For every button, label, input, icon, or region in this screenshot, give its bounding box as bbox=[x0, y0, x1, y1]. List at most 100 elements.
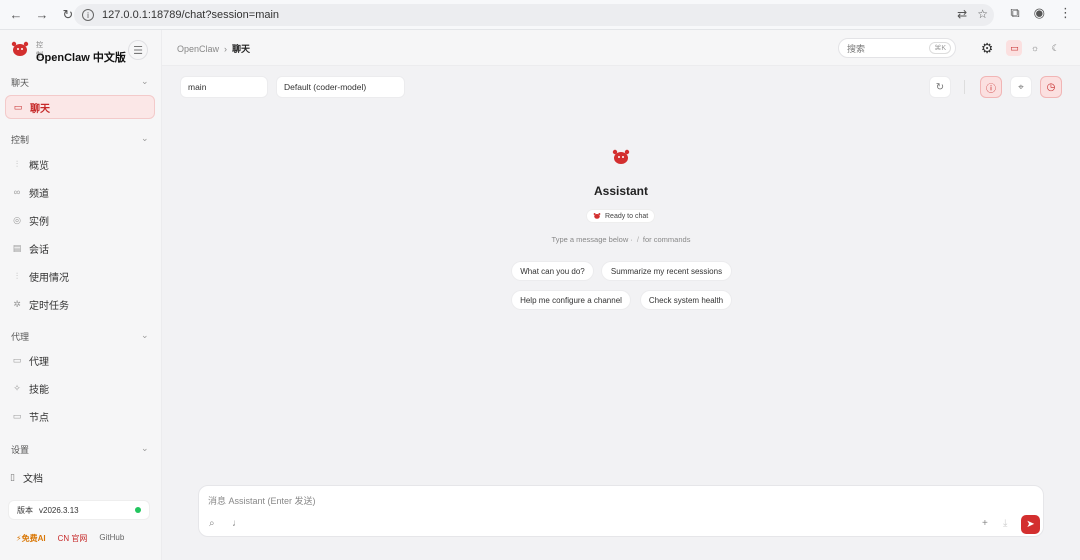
session-value: main bbox=[188, 82, 207, 92]
sidebar-item-label: 使用情况 bbox=[29, 272, 69, 284]
sparkle-icon: ✧ bbox=[13, 382, 21, 393]
extensions-icon[interactable]: ⧉ bbox=[1010, 5, 1019, 21]
session-select[interactable]: main bbox=[180, 76, 268, 98]
sidebar-item-sessions[interactable]: ▤ 会话 bbox=[5, 236, 155, 260]
address-bar[interactable]: i 127.0.0.1:18789/chat?session=main ⇄ ☆ bbox=[74, 4, 994, 26]
bookmark-star-icon[interactable]: ☆ bbox=[977, 7, 988, 21]
assistant-title: Assistant bbox=[593, 184, 649, 198]
sidebar-item-skills[interactable]: ✧ 技能 bbox=[5, 376, 155, 400]
slash-key: / bbox=[636, 235, 639, 244]
sidebar-item-label: 节点 bbox=[29, 412, 49, 424]
docs-link[interactable]: ▯ 文档 bbox=[10, 470, 43, 485]
section-label-chat[interactable]: 聊天 bbox=[11, 76, 29, 89]
send-button[interactable]: ➤ bbox=[1021, 515, 1040, 534]
command-hint: Type a message below · / for commands bbox=[521, 235, 721, 244]
brand-name: OpenClaw 中文版 bbox=[36, 52, 126, 64]
suggestion-chip[interactable]: What can you do? bbox=[511, 261, 594, 281]
sidebar-item-label: 会话 bbox=[29, 244, 49, 256]
document-icon: ▤ bbox=[12, 242, 22, 253]
translate-icon[interactable]: ⇄ bbox=[957, 7, 967, 21]
sidebar-item-usage[interactable]: ⫶ 使用情况 bbox=[5, 264, 155, 288]
version-label: 版本 bbox=[17, 505, 33, 515]
breadcrumb-current: 聊天 bbox=[232, 44, 251, 54]
lobster-logo-icon bbox=[593, 213, 601, 219]
suggestion-chip[interactable]: Check system health bbox=[640, 290, 732, 310]
status-badge: Ready to chat bbox=[586, 209, 656, 223]
back-icon[interactable]: ← bbox=[6, 5, 26, 25]
browser-menu-icon[interactable]: ⋮ bbox=[1059, 5, 1072, 21]
message-input[interactable]: 消息 Assistant (Enter 发送) bbox=[208, 494, 316, 507]
hint-text: for commands bbox=[642, 235, 691, 244]
github-link[interactable]: GitHub bbox=[99, 533, 124, 544]
link-icon: ∞ bbox=[13, 187, 21, 197]
sidebar-item-label: 定时任务 bbox=[29, 300, 69, 312]
section-label-settings[interactable]: 设置 bbox=[11, 443, 29, 456]
breadcrumb-root[interactable]: OpenClaw bbox=[177, 44, 219, 54]
version-badge: 版本 v2026.3.13 bbox=[8, 500, 150, 520]
theme-switcher: ▭ ☼ ☾ bbox=[1004, 38, 1066, 58]
refresh-icon[interactable]: ↻ bbox=[929, 76, 951, 98]
monitor-icon[interactable]: ▭ bbox=[1006, 40, 1023, 56]
gear-icon[interactable]: ⚙ bbox=[978, 38, 996, 58]
model-value: Default (coder-model) bbox=[284, 82, 367, 92]
hint-text: Type a message below · bbox=[551, 235, 633, 244]
url-text[interactable]: 127.0.0.1:18789/chat?session=main bbox=[102, 9, 279, 21]
focus-icon[interactable]: ⌖ bbox=[1010, 76, 1032, 98]
browser-toolbar: ← → ↻ i 127.0.0.1:18789/chat?session=mai… bbox=[0, 0, 1080, 30]
moon-icon[interactable]: ☾ bbox=[1048, 40, 1064, 56]
breadcrumb: OpenClaw › 聊天 bbox=[177, 42, 250, 55]
thinking-toggle-icon[interactable]: ⓘ bbox=[980, 76, 1002, 98]
sidebar-item-chat[interactable]: ▭ 聊天 bbox=[5, 95, 155, 119]
chevron-down-icon[interactable]: ⌄ bbox=[141, 76, 149, 87]
official-site-link[interactable]: CN 官网 bbox=[58, 533, 88, 544]
sidebar-item-overview[interactable]: ⫶ 概览 bbox=[5, 152, 155, 176]
search-input[interactable]: 搜索 ⌘K bbox=[838, 38, 956, 58]
menu-icon[interactable]: ☰ bbox=[128, 40, 148, 60]
sidebar-item-instances[interactable]: ◎ 实例 bbox=[5, 208, 155, 232]
monitor-icon: ▭ bbox=[12, 410, 22, 421]
site-info-icon[interactable]: i bbox=[82, 9, 94, 21]
search-placeholder: 搜索 bbox=[847, 43, 866, 54]
sidebar-item-label: 频道 bbox=[29, 188, 49, 200]
sidebar-item-agents[interactable]: ▭ 代理 bbox=[5, 348, 155, 372]
sidebar-item-label: 实例 bbox=[29, 216, 49, 228]
chevron-down-icon[interactable]: ⌄ bbox=[141, 133, 149, 144]
search-shortcut: ⌘K bbox=[929, 42, 951, 54]
chevron-down-icon[interactable]: ⌄ bbox=[141, 443, 149, 454]
download-icon[interactable]: ⤓ bbox=[1003, 518, 1007, 529]
topbar: OpenClaw › 聊天 搜索 ⌘K ⚙ ▭ ☼ ☾ bbox=[162, 30, 1080, 66]
lobster-logo-icon bbox=[612, 149, 630, 164]
toolbar-divider bbox=[964, 80, 965, 94]
radio-icon: ◎ bbox=[13, 214, 21, 225]
plus-icon[interactable]: + bbox=[982, 518, 988, 529]
sidebar-item-cron[interactable]: ✲ 定时任务 bbox=[5, 292, 155, 316]
footer-links: ⚡免费AI CN 官网 GitHub bbox=[16, 533, 124, 544]
section-label-control[interactable]: 控制 bbox=[11, 133, 29, 146]
sidebar-item-nodes[interactable]: ▭ 节点 bbox=[5, 404, 155, 428]
forward-icon[interactable]: → bbox=[32, 5, 52, 25]
breadcrumb-separator: › bbox=[224, 44, 228, 54]
bar-chart-icon: ⫶ bbox=[15, 158, 19, 169]
sidebar-item-channels[interactable]: ∞ 频道 bbox=[5, 180, 155, 204]
sidebar-item-label: 聊天 bbox=[30, 103, 50, 115]
attach-icon[interactable]: ⌕ bbox=[209, 518, 215, 529]
suggestion-chip[interactable]: Summarize my recent sessions bbox=[601, 261, 732, 281]
chat-icon: ▭ bbox=[13, 101, 23, 112]
book-icon: ▯ bbox=[10, 472, 15, 482]
lobster-logo-icon bbox=[11, 41, 29, 56]
section-label-agents[interactable]: 代理 bbox=[11, 330, 29, 343]
status-dot bbox=[135, 507, 141, 513]
sun-icon[interactable]: ☼ bbox=[1027, 40, 1043, 56]
chevron-down-icon[interactable]: ⌄ bbox=[141, 330, 149, 341]
clock-icon[interactable]: ◷ bbox=[1040, 76, 1062, 98]
message-composer[interactable]: 消息 Assistant (Enter 发送) ⌕ ♩ + ⤓ ➤ bbox=[198, 485, 1044, 537]
suggestion-chip[interactable]: Help me configure a channel bbox=[511, 290, 631, 310]
microphone-icon[interactable]: ♩ bbox=[232, 518, 242, 529]
profile-icon[interactable]: ◉ bbox=[1034, 5, 1045, 21]
sidebar: 控制 OpenClaw 中文版 ☰ 聊天 ⌄ ▭ 聊天 控制 ⌄ ⫶ 概览 ∞ … bbox=[0, 30, 162, 560]
version-value: v2026.3.13 bbox=[39, 505, 79, 515]
model-select[interactable]: Default (coder-model) bbox=[276, 76, 405, 98]
sidebar-item-label: 技能 bbox=[29, 384, 49, 396]
brand[interactable]: 控制 OpenClaw 中文版 bbox=[10, 39, 126, 64]
free-ai-link[interactable]: ⚡免费AI bbox=[16, 533, 46, 544]
